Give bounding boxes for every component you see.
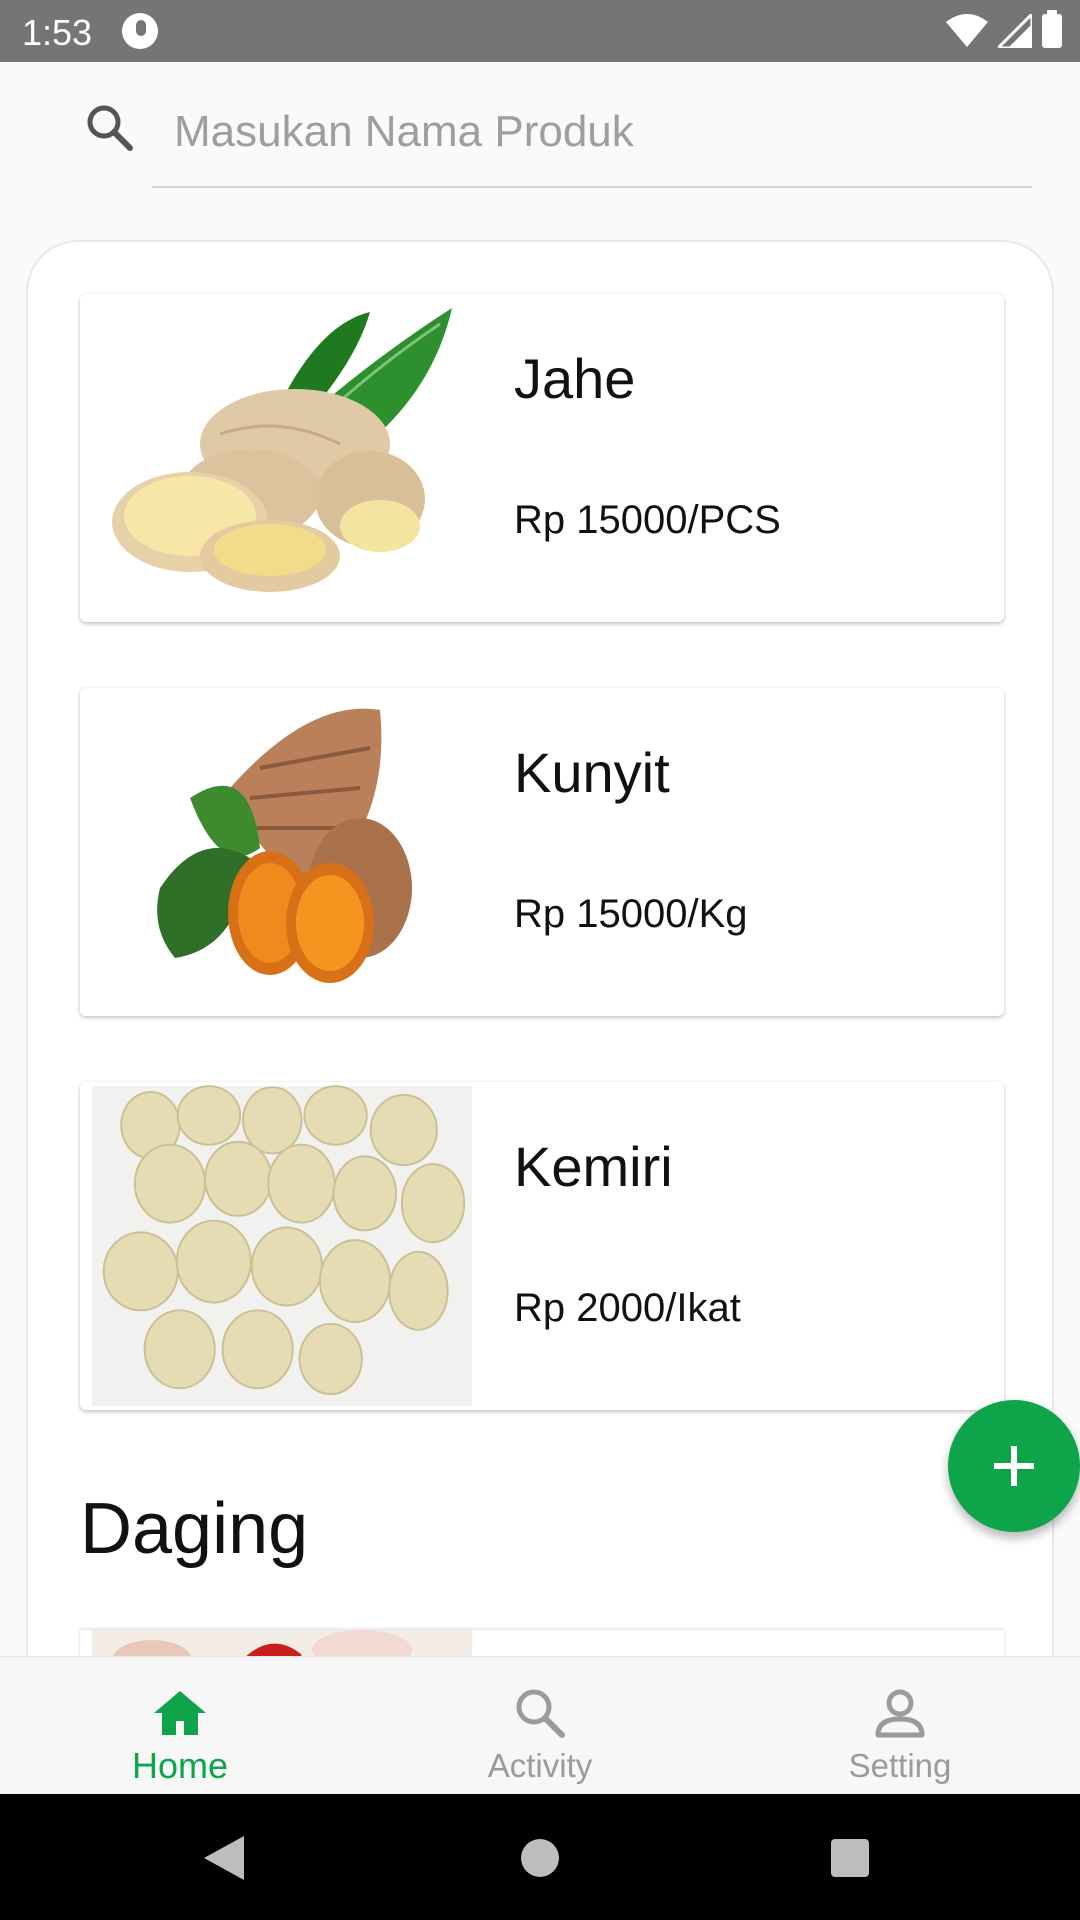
product-card-jahe[interactable]: Jahe Rp 15000/PCS (80, 294, 1004, 622)
wifi-icon (946, 14, 988, 47)
nav-activity-label: Activity (487, 1747, 593, 1784)
search-input[interactable] (152, 102, 1032, 162)
status-time: 1:53 (22, 12, 93, 53)
turmeric-image (80, 688, 470, 1016)
product-price: Rp 15000/Kg (514, 892, 748, 936)
product-price: Rp 15000/PCS (514, 498, 781, 542)
product-name: Jahe (514, 347, 636, 410)
home-icon (154, 1691, 206, 1735)
search-underline (152, 186, 1032, 188)
nav-home-label: Home (131, 1745, 229, 1786)
product-name: Kunyit (514, 741, 670, 804)
signal-icon (998, 14, 1032, 48)
product-card-kunyit[interactable]: Kunyit Rp 15000/Kg (80, 688, 1004, 1016)
status-bar: 1:53 (0, 0, 1080, 62)
back-icon[interactable] (204, 1836, 244, 1880)
section-title: Daging (80, 1489, 309, 1569)
product-price: Rp 2000/Ikat (514, 1286, 741, 1330)
nav-activity[interactable]: Activity (360, 1657, 720, 1795)
search-bar (0, 62, 1080, 232)
search-icon (87, 105, 133, 151)
battery-icon (1042, 10, 1062, 48)
search-icon (516, 1689, 565, 1738)
app-notification-icon (122, 13, 158, 49)
product-card-kemiri[interactable]: Kemiri Rp 2000/Ikat (80, 1082, 1004, 1410)
nav-setting[interactable]: Setting (720, 1657, 1080, 1795)
nav-setting-label: Setting (848, 1747, 952, 1784)
recents-icon[interactable] (830, 1838, 870, 1878)
product-list-panel[interactable]: Jahe Rp 15000/PCS Kunyit Rp 15000/Kg Kem… (26, 240, 1054, 1660)
system-navigation-bar (0, 1794, 1080, 1920)
bottom-navigation: Home Activity Setting (0, 1656, 1080, 1794)
status-icons (946, 10, 1062, 50)
nav-home[interactable]: Home (0, 1657, 360, 1795)
home-button-icon[interactable] (520, 1838, 560, 1878)
candlenut-image (92, 1085, 472, 1406)
person-icon (875, 1689, 925, 1738)
ginger-image (80, 294, 470, 622)
product-name: Kemiri (514, 1135, 673, 1198)
plus-icon (994, 1446, 1034, 1486)
add-product-button[interactable] (948, 1400, 1080, 1532)
